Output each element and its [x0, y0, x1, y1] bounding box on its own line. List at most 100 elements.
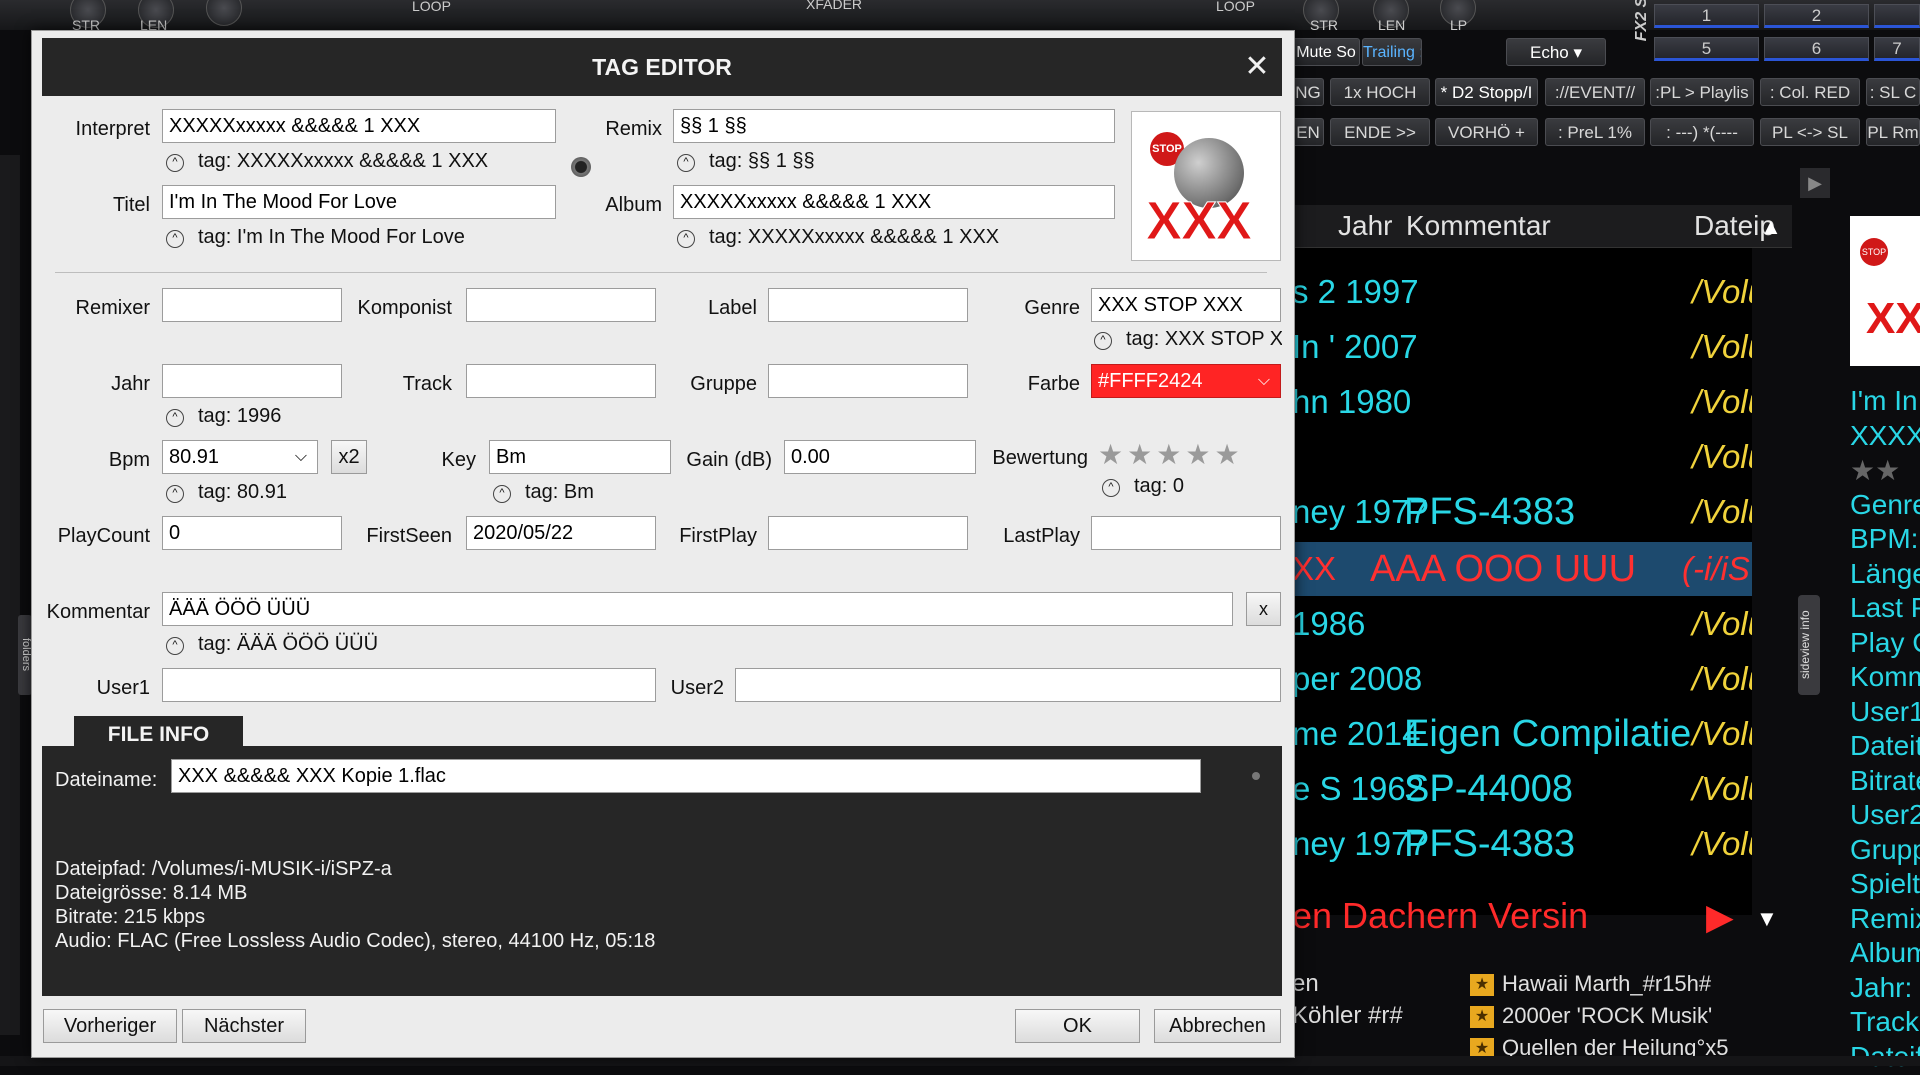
bewertung-tag[interactable]: ^ tag: 0 — [1102, 475, 1184, 498]
genre-input[interactable]: XXX STOP XXX — [1091, 288, 1281, 322]
kommentar-clear-button[interactable]: x — [1246, 592, 1281, 626]
table-row[interactable]: e S 1962SP-44008/Volu — [1292, 762, 1752, 816]
interpret-input[interactable]: XXXXXxxxxx &&&&& 1 XXX — [162, 109, 556, 143]
star-icon[interactable]: ★ — [1156, 439, 1181, 470]
hotcue-1-button[interactable]: 1 — [1654, 4, 1759, 28]
bg-button-vorhoe[interactable]: VORHÖ + — [1435, 118, 1538, 146]
jahr-tag[interactable]: ^ tag: 1996 — [166, 405, 281, 428]
table-row[interactable]: s 2 1997/Volu — [1292, 265, 1752, 319]
komponist-input[interactable] — [466, 288, 656, 322]
col-kommentar[interactable]: Kommentar — [1406, 210, 1551, 242]
ok-button[interactable]: OK — [1015, 1009, 1140, 1043]
user2-input[interactable] — [735, 668, 1281, 702]
list-item[interactable]: en — [1292, 968, 1403, 1000]
table-row[interactable]: ney 1977PFS-4383/Volu — [1292, 817, 1752, 871]
hotcue-5-button[interactable]: 5 — [1654, 37, 1759, 61]
list-item[interactable]: ★ Hawaii Marth_#r15h# — [1470, 968, 1729, 1000]
folders-tab[interactable]: folders — [18, 615, 32, 695]
farbe-select[interactable]: #FFFF2424 ⌵ — [1091, 364, 1281, 398]
list-item[interactable]: ★ 2000er 'ROCK Musik' — [1470, 1000, 1729, 1032]
gruppe-input[interactable] — [768, 364, 968, 398]
bg-button-pl-rm[interactable]: PL Rm — [1866, 118, 1920, 146]
star-icon[interactable]: ★ — [1127, 439, 1152, 470]
kommentar-tag[interactable]: ^ tag: ÄÄÄ ÖÖÖ ÜÜÜ — [166, 633, 378, 656]
titel-tag[interactable]: ^ tag: I'm In The Mood For Love — [166, 226, 465, 249]
col-jahr[interactable]: Jahr — [1338, 210, 1392, 242]
star-icon[interactable]: ★ — [1098, 439, 1123, 470]
table-row[interactable]: me 2014Eigen Compilatie/Volu — [1292, 707, 1752, 761]
star-icon[interactable]: ★ — [1214, 439, 1239, 470]
gruppe-label: Gruppe — [690, 373, 757, 395]
bg-button-sl[interactable]: : SL C — [1866, 78, 1920, 106]
bg-button-hoch[interactable]: 1x HOCH — [1330, 78, 1430, 106]
remixer-input[interactable] — [162, 288, 342, 322]
bpm-select[interactable]: 80.91 ⌵ — [162, 440, 318, 474]
titel-input[interactable]: I'm In The Mood For Love — [162, 185, 556, 219]
sideview-play-icon[interactable]: ▶ — [1800, 168, 1830, 198]
tag-revert-icon: ^ — [166, 154, 184, 172]
table-row[interactable]: per 2008/Volu — [1292, 652, 1752, 706]
bg-button-pl-sl[interactable]: PL <-> SL — [1760, 118, 1860, 146]
sort-up-icon[interactable]: ▲ — [1760, 214, 1782, 240]
album-input[interactable]: XXXXXxxxxx &&&&& 1 XXX — [673, 185, 1115, 219]
hotcue-6-button[interactable]: 6 — [1764, 37, 1869, 61]
star-icon[interactable]: ★ — [1185, 439, 1210, 470]
remix-input[interactable]: §§ 1 §§ — [673, 109, 1115, 143]
bg-button-en[interactable]: EN — [1292, 118, 1324, 146]
trailing-button[interactable]: Trailing : — [1362, 38, 1422, 66]
cancel-button[interactable]: Abbrechen — [1154, 1009, 1281, 1043]
genre-tag[interactable]: ^ tag: XXX STOP X — [1094, 328, 1282, 351]
user1-input[interactable] — [162, 668, 656, 702]
mute-button[interactable]: Mute So — [1292, 38, 1360, 66]
next-button[interactable]: Nächster — [182, 1009, 306, 1043]
cover-art[interactable]: STOP XXX — [1131, 111, 1281, 261]
bg-button-prel[interactable]: : PreL 1% — [1545, 118, 1645, 146]
firstplay-input[interactable] — [768, 516, 968, 550]
album-tag[interactable]: ^ tag: XXXXXxxxxx &&&&& 1 XXX — [677, 226, 999, 249]
bpm-x2-button[interactable]: x2 — [331, 440, 367, 474]
play-icon[interactable]: ▶ — [1706, 896, 1734, 938]
key-tag[interactable]: ^ tag: Bm — [493, 481, 594, 504]
table-row[interactable]: /Volu — [1292, 430, 1752, 484]
playcount-input[interactable]: 0 — [162, 516, 342, 550]
echo-select[interactable]: Echo ▾ — [1506, 38, 1606, 66]
firstseen-input[interactable]: 2020/05/22 — [466, 516, 656, 550]
close-icon[interactable]: ✕ — [1242, 52, 1272, 82]
table-row[interactable]: hn 1980/Volu — [1292, 375, 1752, 429]
previous-button[interactable]: Vorheriger — [43, 1009, 177, 1043]
bg-button-stopp[interactable]: * D2 Stopp/I — [1435, 78, 1538, 106]
gain-input[interactable]: 0.00 — [784, 440, 976, 474]
rating-stars[interactable]: ★ ★ ★ ★ ★ — [1098, 438, 1244, 471]
toggle-dot-icon[interactable] — [571, 157, 591, 177]
interpret-tag[interactable]: ^ tag: XXXXXxxxxx &&&&& 1 XXX — [166, 150, 488, 173]
bg-button-event[interactable]: ://EVENT// — [1545, 78, 1645, 106]
table-row-selected[interactable]: XX AAA OOO UUU (-i/iS — [1292, 542, 1752, 596]
bpm-tag[interactable]: ^ tag: 80.91 — [166, 481, 287, 504]
playlist-list: ★ Hawaii Marth_#r15h# ★ 2000er 'ROCK Musik… — [1470, 968, 1729, 1064]
remix-tag[interactable]: ^ tag: §§ 1 §§ — [677, 150, 815, 173]
hotcue-7-button[interactable]: 7 — [1874, 37, 1920, 61]
bg-button-col-red[interactable]: : Col. RED — [1760, 78, 1860, 106]
album-label: Album — [605, 194, 662, 216]
bg-button-playlist[interactable]: :PL > Playlis — [1650, 78, 1754, 106]
label-input[interactable] — [768, 288, 968, 322]
lastplay-input[interactable] — [1091, 516, 1281, 550]
file-info-tab[interactable]: FILE INFO — [74, 716, 243, 754]
table-row[interactable]: In ' 2007/Volu — [1292, 320, 1752, 374]
list-item[interactable]: Köhler #r# — [1292, 1000, 1403, 1032]
table-row[interactable]: 1986/Volu — [1292, 597, 1752, 651]
hotcue-2-button[interactable]: 2 — [1764, 4, 1869, 28]
sort-down-icon[interactable]: ▼ — [1756, 906, 1778, 932]
jahr-input[interactable] — [162, 364, 342, 398]
track-input[interactable] — [466, 364, 656, 398]
bg-button-1[interactable]: NG — [1292, 78, 1324, 106]
sideview-tab[interactable]: sideview info — [1798, 595, 1820, 695]
table-row[interactable]: ney 1977PFS-4383/Volu — [1292, 485, 1752, 539]
key-input[interactable]: Bm — [489, 440, 671, 474]
bg-button-ende[interactable]: ENDE >> — [1330, 118, 1430, 146]
playcount-label: PlayCount — [57, 525, 150, 547]
hotcue-3-button[interactable] — [1874, 4, 1920, 28]
bg-button-dash[interactable]: : ---) *(---- — [1650, 118, 1754, 146]
kommentar-input[interactable]: ÄÄÄ ÖÖÖ ÜÜÜ — [162, 592, 1233, 626]
dateiname-input[interactable]: XXX &&&&& XXX Kopie 1.flac — [171, 759, 1201, 793]
